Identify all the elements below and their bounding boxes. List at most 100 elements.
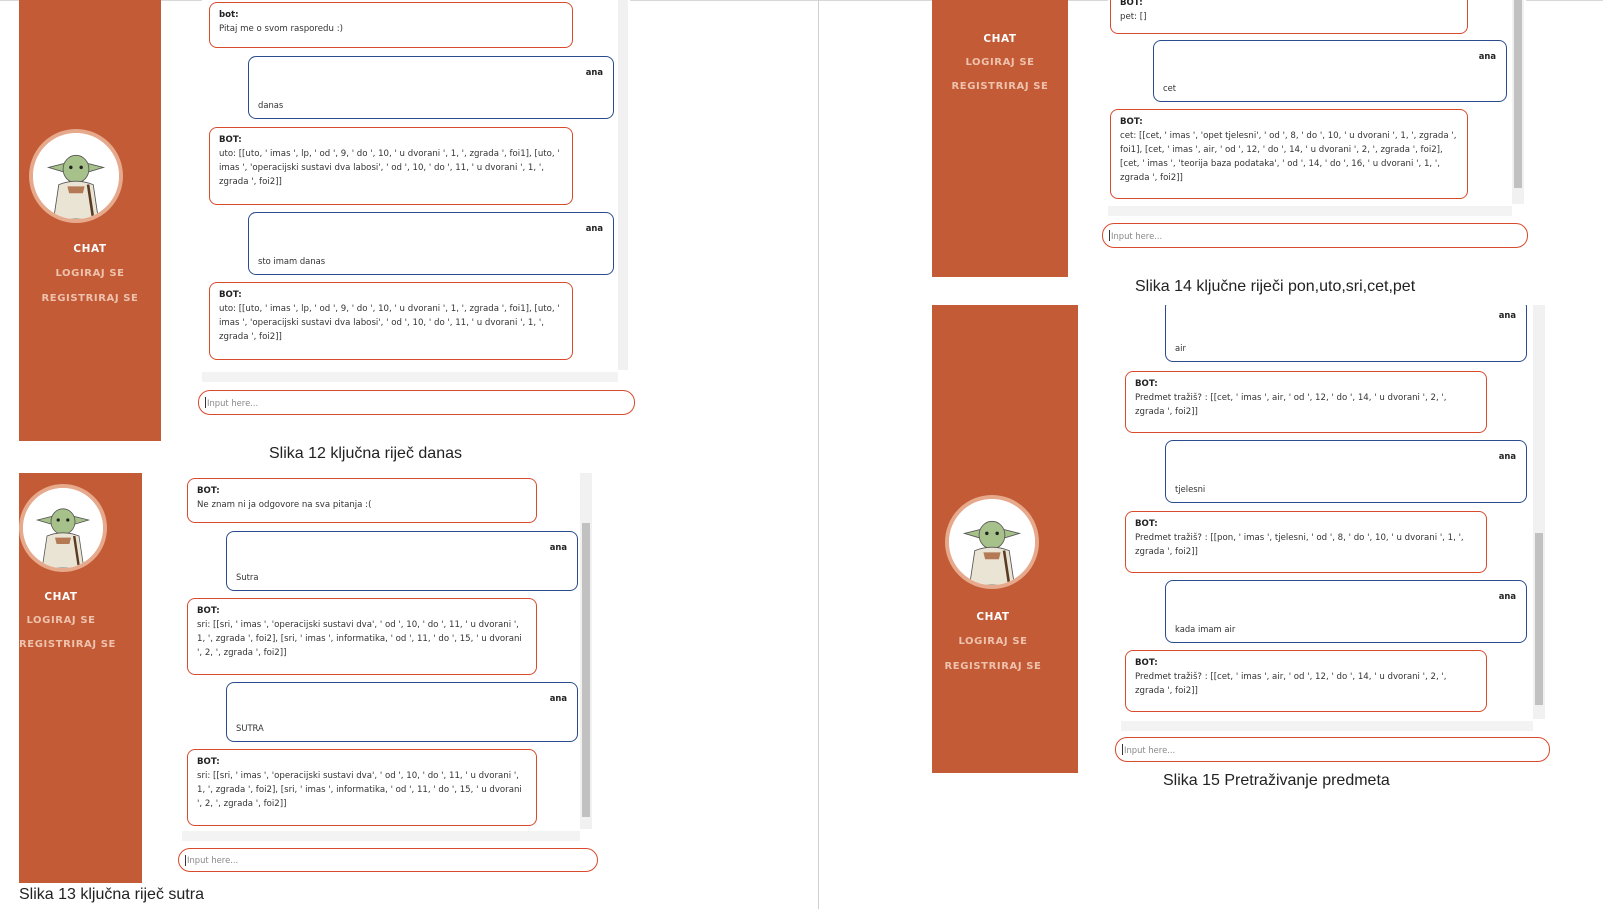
bot-message: BOT: pet: [] [1110, 0, 1468, 34]
yoda-avatar-icon [945, 495, 1039, 589]
message-sender: BOT: [219, 135, 242, 145]
scrollbar-thumb[interactable] [582, 523, 590, 817]
nav-chat[interactable]: CHAT [19, 243, 161, 255]
chat-input[interactable]: Input here... [198, 390, 635, 415]
message-text: cet: [[cet, ' imas ', 'opet tjelesni', '… [1120, 131, 1457, 183]
nav-register[interactable]: REGISTRIRAJ SE [19, 293, 161, 304]
text-caret [1109, 230, 1110, 241]
message-sender: ana [1478, 51, 1496, 61]
message-sender: ana [1498, 591, 1516, 601]
message-text: kada imam air [1175, 624, 1236, 634]
fig12-chat-window: bot: Pitaj me o svom rasporedu :) ana da… [202, 0, 630, 386]
fig14-chat-window: BOT: pet: [] ana cet BOT: cet: [[cet, ' … [1108, 0, 1526, 218]
scrollbar-thumb[interactable] [1514, 0, 1522, 188]
bot-message: BOT: sri: [[sri, ' imas ', 'operacijski … [187, 749, 537, 826]
vertical-scrollbar[interactable] [580, 473, 592, 829]
nav-login[interactable]: LOGIRAJ SE [19, 615, 103, 626]
nav-chat[interactable]: CHAT [932, 611, 1054, 623]
message-text: pet: [] [1120, 12, 1147, 22]
message-sender: ana [585, 223, 603, 233]
user-message: ana sto imam danas [248, 212, 614, 275]
caption-fig12: Slika 12 ključna riječ danas [269, 445, 462, 462]
vertical-scrollbar[interactable] [1533, 305, 1545, 719]
input-placeholder: Input here... [207, 397, 259, 408]
fig13-sidebar: CHAT LOGIRAJ SE REGISTRIRAJ SE [19, 473, 142, 883]
message-sender: ana [585, 67, 603, 77]
chat-input[interactable]: Input here... [1102, 223, 1528, 248]
user-message: ana air [1165, 305, 1527, 362]
text-caret [185, 854, 186, 866]
bot-message: BOT: sri: [[sri, ' imas ', 'operacijski … [187, 598, 537, 675]
chat-input[interactable]: Input here... [178, 848, 598, 872]
text-caret [205, 397, 206, 408]
caption-fig14: Slika 14 ključne riječi pon,uto,sri,cet,… [1135, 278, 1416, 295]
message-text: Predmet tražiš? : [[cet, ' imas ', air, … [1135, 672, 1447, 696]
nav-register[interactable]: REGISTRIRAJ SE [19, 639, 115, 650]
fig15-sidebar: CHAT LOGIRAJ SE REGISTRIRAJ SE [932, 305, 1078, 773]
message-text: air [1175, 343, 1186, 353]
message-text: sri: [[sri, ' imas ', 'operacijski susta… [197, 620, 522, 658]
message-sender: BOT: [219, 290, 242, 300]
fig12-sidebar: CHAT LOGIRAJ SE REGISTRIRAJ SE [19, 0, 161, 441]
message-sender: BOT: [1135, 379, 1158, 389]
input-placeholder: Input here... [1124, 744, 1176, 755]
input-placeholder: Input here... [187, 855, 239, 865]
fig13-chat-window: BOT: Ne znam ni ja odgovore na sva pitan… [182, 473, 594, 843]
yoda-avatar-icon [19, 484, 107, 572]
message-sender: BOT: [1135, 658, 1158, 668]
message-text: Predmet tražiš? : [[pon, ' imas ', tjele… [1135, 533, 1464, 557]
yoda-avatar-icon [29, 129, 123, 223]
nav-login[interactable]: LOGIRAJ SE [932, 636, 1054, 647]
user-message: ana tjelesni [1165, 440, 1527, 503]
message-sender: ana [1498, 451, 1516, 461]
message-text: Pitaj me o svom rasporedu :) [219, 24, 343, 34]
user-message: ana Sutra [226, 531, 578, 591]
message-text: SUTRA [236, 723, 264, 733]
vertical-scrollbar[interactable] [1512, 0, 1524, 204]
bot-message: BOT: Predmet tražiš? : [[pon, ' imas ', … [1125, 511, 1487, 573]
nav-login[interactable]: LOGIRAJ SE [19, 268, 161, 279]
message-sender: BOT: [1120, 117, 1143, 127]
nav-register[interactable]: REGISTRIRAJ SE [932, 661, 1054, 672]
message-text: Sutra [236, 572, 259, 582]
message-sender: bot: [219, 10, 239, 20]
message-sender: BOT: [1120, 0, 1143, 8]
message-sender: ana [549, 693, 567, 703]
bot-message: bot: Pitaj me o svom rasporedu :) [209, 2, 573, 48]
message-text: uto: [[uto, ' imas ', lp, ' od ', 9, ' d… [219, 149, 560, 187]
message-sender: BOT: [197, 486, 220, 496]
horizontal-scrollbar[interactable] [1108, 206, 1512, 216]
text-caret [1122, 744, 1123, 755]
fig15-chat-window: ana air BOT: Predmet tražiš? : [[cet, ' … [1121, 305, 1547, 733]
nav-login[interactable]: LOGIRAJ SE [932, 57, 1068, 68]
message-text: Ne znam ni ja odgovore na sva pitanja :( [197, 500, 372, 510]
message-sender: ana [1498, 310, 1516, 320]
scrollbar-thumb[interactable] [1535, 533, 1543, 705]
message-text: cet [1163, 83, 1177, 93]
bot-message: BOT: Predmet tražiš? : [[cet, ' imas ', … [1125, 371, 1487, 433]
message-text: sri: [[sri, ' imas ', 'operacijski susta… [197, 771, 522, 809]
horizontal-scrollbar[interactable] [182, 831, 580, 841]
bot-message: BOT: cet: [[cet, ' imas ', 'opet tjelesn… [1110, 109, 1468, 199]
message-sender: BOT: [197, 606, 220, 616]
bot-message: BOT: Predmet tražiš? : [[cet, ' imas ', … [1125, 650, 1487, 712]
column-divider [818, 0, 819, 909]
chat-input[interactable]: Input here... [1115, 737, 1550, 762]
horizontal-scrollbar[interactable] [1121, 721, 1533, 731]
message-text: sto imam danas [258, 256, 326, 266]
input-placeholder: Input here... [1111, 230, 1163, 241]
user-message: ana kada imam air [1165, 580, 1527, 643]
message-sender: ana [549, 542, 567, 552]
message-text: tjelesni [1175, 484, 1206, 494]
message-text: Predmet tražiš? : [[cet, ' imas ', air, … [1135, 393, 1447, 417]
bot-message: BOT: uto: [[uto, ' imas ', lp, ' od ', 9… [209, 127, 573, 205]
nav-register[interactable]: REGISTRIRAJ SE [932, 81, 1068, 92]
vertical-scrollbar[interactable] [618, 0, 628, 370]
bot-message: BOT: uto: [[uto, ' imas ', lp, ' od ', 9… [209, 282, 573, 360]
user-message: ana SUTRA [226, 682, 578, 742]
horizontal-scrollbar[interactable] [202, 372, 618, 382]
message-sender: BOT: [1135, 519, 1158, 529]
nav-chat[interactable]: CHAT [19, 591, 103, 603]
nav-chat[interactable]: CHAT [932, 33, 1068, 45]
caption-fig15: Slika 15 Pretraživanje predmeta [1163, 772, 1390, 789]
